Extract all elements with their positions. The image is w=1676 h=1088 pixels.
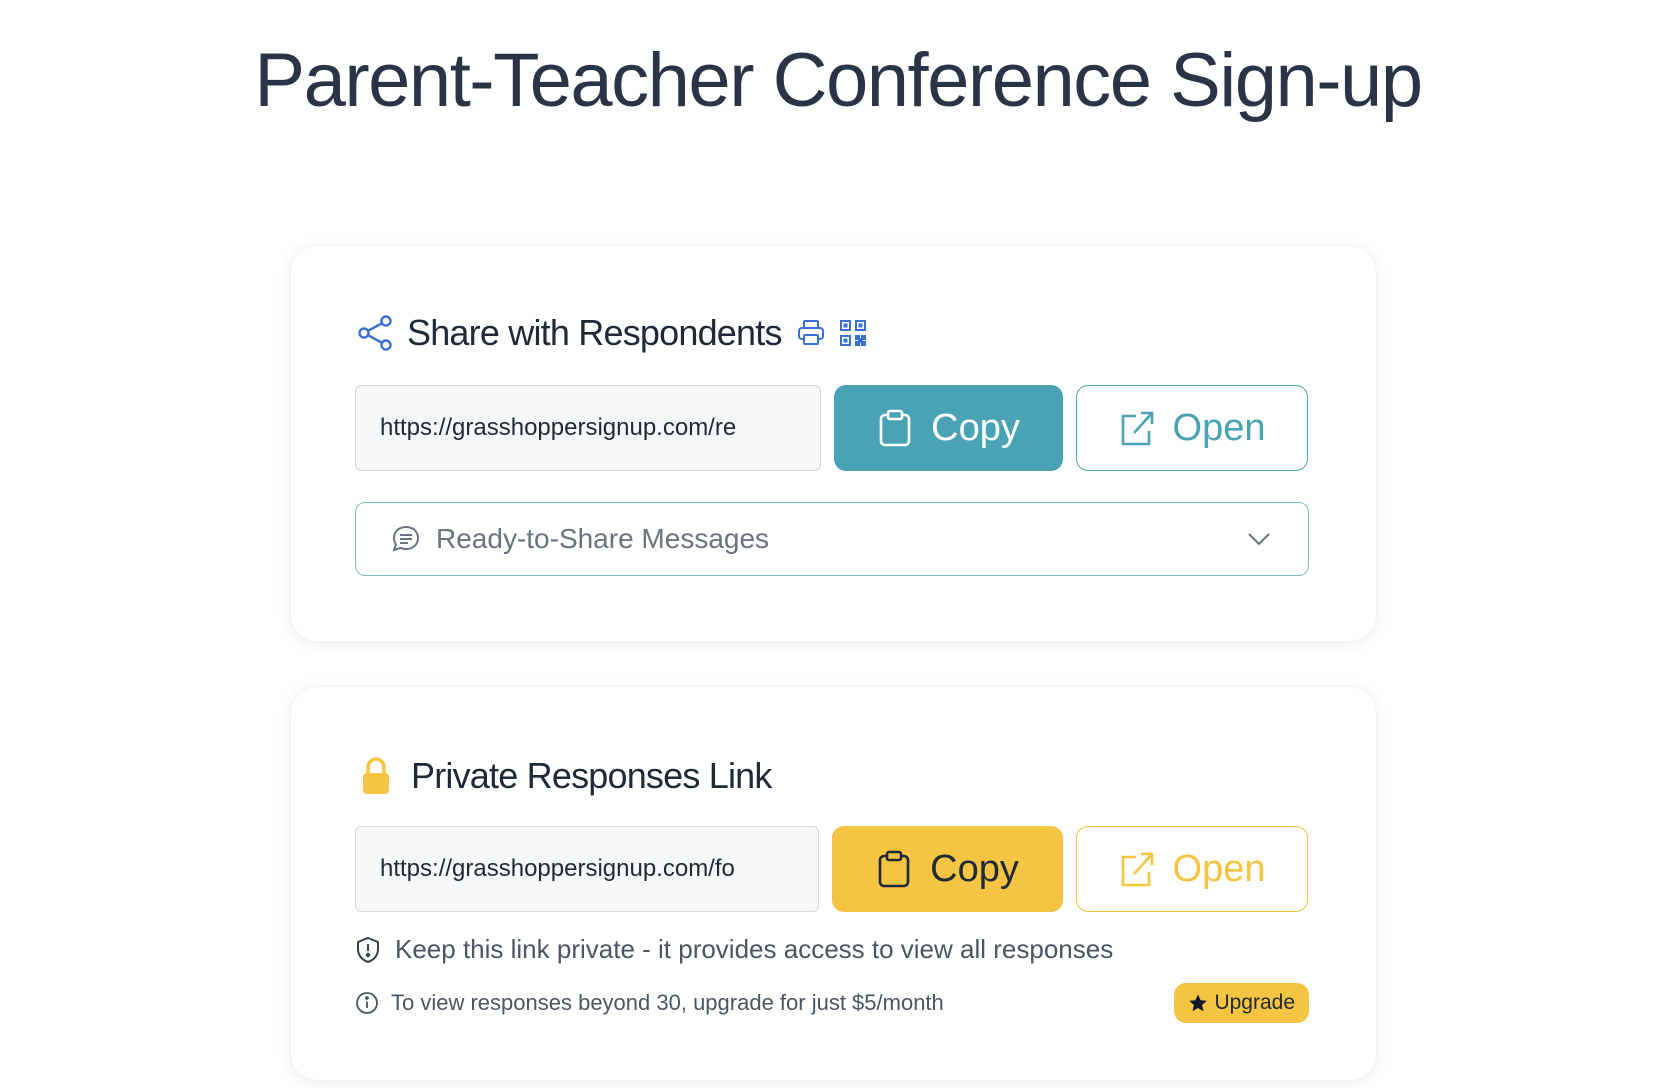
page: Parent-Teacher Conference Sign-up Share … — [0, 0, 1676, 1088]
private-copy-button[interactable]: Copy — [832, 826, 1063, 912]
star-icon — [1188, 993, 1208, 1013]
upgrade-note-text: To view responses beyond 30, upgrade for… — [391, 990, 944, 1015]
page-title: Parent-Teacher Conference Sign-up — [254, 38, 1423, 123]
share-link-input[interactable] — [355, 385, 821, 471]
share-open-label: Open — [1172, 406, 1266, 449]
external-link-icon — [1119, 849, 1155, 889]
qr-code-icon[interactable] — [838, 318, 868, 348]
share-link-row: Copy Open — [355, 385, 1309, 471]
private-copy-label: Copy — [930, 847, 1019, 890]
messages-dropdown-label: Ready-to-Share Messages — [436, 523, 770, 554]
ready-to-share-messages-dropdown[interactable]: Ready-to-Share Messages — [355, 502, 1309, 576]
share-card-title: Share with Respondents — [407, 312, 782, 353]
external-link-icon — [1119, 408, 1155, 448]
chevron-down-icon — [1244, 524, 1274, 554]
chat-bubble-icon — [390, 523, 422, 555]
private-responses-card: Private Responses Link Copy — [291, 687, 1376, 1080]
printer-icon[interactable] — [796, 318, 826, 348]
share-copy-button[interactable]: Copy — [834, 385, 1063, 471]
info-icon — [355, 991, 379, 1015]
private-card-header: Private Responses Link — [355, 755, 772, 797]
share-copy-label: Copy — [931, 406, 1020, 449]
share-card-header: Share with Respondents — [355, 312, 868, 354]
clipboard-icon — [876, 849, 912, 889]
share-icon — [355, 313, 395, 353]
upgrade-label: Upgrade — [1214, 991, 1295, 1014]
shield-alert-icon — [355, 936, 381, 964]
private-link-input[interactable] — [355, 826, 819, 912]
lock-icon — [359, 756, 393, 796]
share-open-button[interactable]: Open — [1076, 385, 1308, 471]
private-open-button[interactable]: Open — [1076, 826, 1308, 912]
privacy-warning-text: Keep this link private - it provides acc… — [395, 934, 1114, 964]
private-open-label: Open — [1172, 847, 1266, 890]
share-card: Share with Respondents https://grasshopp… — [291, 246, 1376, 641]
privacy-warning: Keep this link private - it provides acc… — [355, 934, 1113, 965]
upgrade-button[interactable]: Upgrade — [1174, 983, 1309, 1023]
upgrade-row: To view responses beyond 30, upgrade for… — [355, 983, 1309, 1023]
clipboard-icon — [877, 408, 913, 448]
private-link-row: Copy Open — [355, 826, 1309, 912]
private-card-title: Private Responses Link — [411, 755, 772, 796]
